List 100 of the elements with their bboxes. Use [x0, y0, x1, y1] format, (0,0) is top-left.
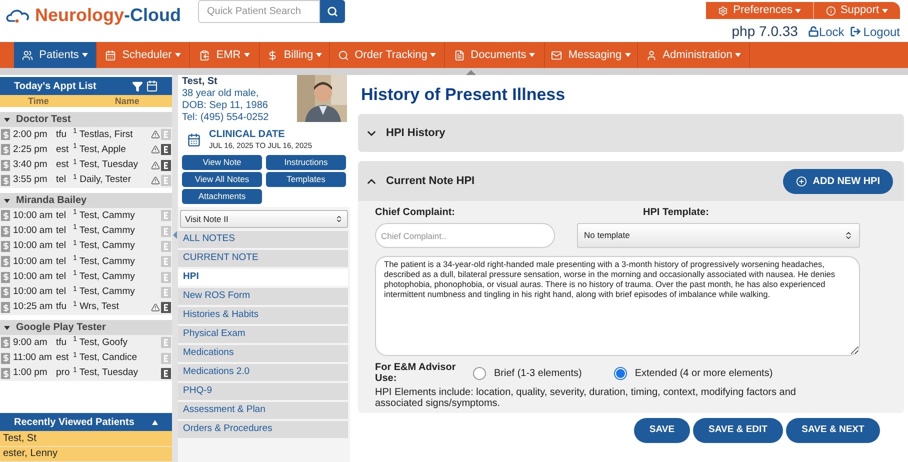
- radio-button[interactable]: [614, 366, 627, 380]
- section-header[interactable]: HPI History: [358, 114, 904, 152]
- filter-icon[interactable]: [132, 80, 143, 92]
- dollar-icon[interactable]: [1, 144, 10, 156]
- note-icon[interactable]: [161, 302, 171, 314]
- save-button[interactable]: SAVE: [634, 418, 690, 443]
- caret-icon: [735, 53, 742, 57]
- clinical-date-label: CLINICAL DATE: [209, 129, 286, 140]
- save-button[interactable]: SAVE & NEXT: [786, 418, 880, 443]
- search-button[interactable]: [320, 0, 345, 23]
- patient-action-button[interactable]: View Note: [182, 155, 262, 170]
- dollar-icon[interactable]: [1, 286, 10, 298]
- group-header[interactable]: Miranda Bailey: [0, 193, 172, 208]
- nav-tab[interactable]: Patients: [14, 42, 97, 68]
- logo-text[interactable]: Neurology-Cloud: [35, 2, 181, 29]
- dollar-icon[interactable]: [1, 272, 10, 283]
- patient-action-button[interactable]: Attachments: [182, 189, 262, 204]
- search-field[interactable]: Quick Patient Search: [198, 0, 320, 23]
- appt-time: 10:00 am: [13, 208, 54, 223]
- lock-link[interactable]: Lock: [808, 22, 844, 40]
- group-header[interactable]: Google Play Tester: [0, 320, 172, 336]
- calendar-icon[interactable]: [146, 80, 158, 92]
- appt-time: 1:00 pm: [13, 366, 48, 380]
- top-menu-button[interactable]: Support: [813, 2, 900, 19]
- add-hpi-button[interactable]: ADD NEW HPI: [782, 168, 893, 194]
- radio-option[interactable]: Brief (1-3 elements): [473, 366, 582, 380]
- warning-icon[interactable]: [151, 176, 160, 186]
- save-button[interactable]: SAVE & EDIT: [693, 418, 783, 443]
- dollar-icon[interactable]: [1, 160, 10, 171]
- plus-icon: [796, 176, 807, 186]
- dollar-icon[interactable]: [1, 240, 10, 252]
- appt-row[interactable]: 3:55 pm tel $^{1}$ Daily, Tester: [0, 172, 172, 188]
- top-menu-button[interactable]: Preferences: [706, 2, 814, 19]
- dollar-icon[interactable]: [1, 302, 10, 314]
- warning-icon[interactable]: [151, 145, 160, 154]
- dollar-icon[interactable]: [1, 337, 10, 348]
- patient-name: $^{1}$ Test, Apple: [73, 142, 126, 157]
- section-header[interactable]: Current Note HPI ADD NEW HPI: [358, 161, 904, 201]
- appt-row[interactable]: 10:00 am tel $^{1}$ Test, Cammy: [0, 254, 172, 270]
- radio-option[interactable]: Extended (4 or more elements): [614, 366, 773, 380]
- dollar-icon[interactable]: [1, 368, 10, 379]
- appt-row[interactable]: 10:00 am tel $^{1}$ Test, Cammy: [0, 284, 172, 300]
- group-header[interactable]: Doctor Test: [0, 112, 172, 127]
- note-menu-item[interactable]: PHQ-9: [178, 383, 348, 400]
- appt-row[interactable]: 10:00 am tel $^{1}$ Test, Cammy: [0, 238, 172, 254]
- appt-row[interactable]: 1:00 pm pro $^{1}$ Test, Tuesday: [0, 366, 172, 382]
- note-menu-item[interactable]: Orders & Procedures: [178, 421, 348, 438]
- recent-patient-item[interactable]: ester, Lenny: [0, 446, 172, 462]
- note-menu-item[interactable]: CURRENT NOTE: [178, 250, 348, 267]
- appt-row[interactable]: 10:00 am tel $^{1}$ Test, Cammy: [0, 208, 172, 224]
- appt-row[interactable]: 10:00 am tel $^{1}$ Test, Cammy: [0, 223, 172, 239]
- appt-time: 10:00 am: [13, 285, 54, 300]
- note-menu-item[interactable]: Medications 2.0: [178, 364, 348, 381]
- patient-action-button[interactable]: Instructions: [266, 155, 346, 170]
- dollar-icon[interactable]: [1, 129, 10, 140]
- hpi-narrative-field[interactable]: The patient is a 34-year-old right-handed male presenting with a 3-month history of progressively worsening headaches, described as a dull, bilateral pressure sensation, worse in the morning and occasionally associated with nausea. He denies photophobia, phonophobia, or visual auras. There is no history of trauma. Over the past month, he has also experienced intermittent numbness and tingling in his right hand, along with brief episodes of imbalance while walking.: [375, 256, 860, 356]
- caret-icon: [174, 53, 181, 57]
- note-menu-item[interactable]: Assessment & Plan: [178, 402, 348, 419]
- dollar-icon[interactable]: [1, 175, 10, 186]
- note-menu-item[interactable]: HPI: [178, 269, 348, 286]
- note-menu-item[interactable]: Medications: [178, 345, 348, 362]
- appt-type: tel: [56, 239, 68, 254]
- note-icon[interactable]: [161, 160, 171, 171]
- appt-row[interactable]: 3:40 pm est $^{1}$ Test, Tuesday: [0, 158, 172, 173]
- appt-type: est: [56, 351, 70, 366]
- column-header: Time: [28, 95, 49, 107]
- note-menu-item[interactable]: ALL NOTES: [178, 231, 348, 248]
- warning-icon[interactable]: [151, 303, 160, 312]
- dollar-icon[interactable]: [1, 256, 10, 268]
- appt-type: tfu: [56, 336, 68, 350]
- dollar-icon[interactable]: [1, 226, 10, 237]
- appt-row[interactable]: 10:00 am tel $^{1}$ Test, Cammy: [0, 269, 172, 285]
- radio-button[interactable]: [473, 366, 486, 380]
- appt-row[interactable]: 2:25 pm est $^{1}$ Test, Apple: [0, 142, 172, 158]
- nav-icon: [646, 50, 657, 60]
- note-icon[interactable]: [161, 368, 171, 379]
- dollar-icon[interactable]: [1, 352, 10, 364]
- note-menu-item[interactable]: Histories & Habits: [178, 307, 348, 324]
- select-arrows-icon: [335, 215, 343, 223]
- note-icon[interactable]: [161, 144, 171, 156]
- appt-row[interactable]: 2:00 pm tfu $^{1}$ Testlas, First: [0, 127, 172, 142]
- dollar-icon[interactable]: [1, 210, 10, 222]
- patient-action-button[interactable]: View All Notes: [182, 172, 262, 187]
- warning-icon[interactable]: [151, 130, 160, 140]
- recent-patient-item[interactable]: Test, St: [0, 431, 172, 446]
- warning-icon[interactable]: [151, 160, 160, 170]
- appt-type: est: [56, 142, 70, 157]
- appt-row[interactable]: 11:00 am est $^{1}$ Test, Candice: [0, 350, 172, 366]
- recent-patients-header[interactable]: Recently Viewed Patients: [0, 413, 172, 431]
- chief-complaint-field[interactable]: Chief Complaint..: [375, 223, 555, 248]
- appt-row[interactable]: 9:00 am tfu $^{1}$ Test, Goofy: [0, 335, 172, 351]
- appt-row[interactable]: 10:25 am tfu $^{1}$ Wrs, Test: [0, 300, 172, 316]
- nav-icon: [266, 50, 278, 60]
- template-select[interactable]: No template: [577, 223, 860, 248]
- note-menu-item[interactable]: Physical Exam: [178, 326, 348, 343]
- patient-action-button[interactable]: Templates: [266, 172, 346, 187]
- logout-link[interactable]: Logout: [850, 22, 900, 40]
- note-menu-item[interactable]: New ROS Form: [178, 288, 348, 305]
- note-selector[interactable]: Visit Note II: [180, 210, 348, 228]
- caret-icon: [244, 53, 250, 57]
